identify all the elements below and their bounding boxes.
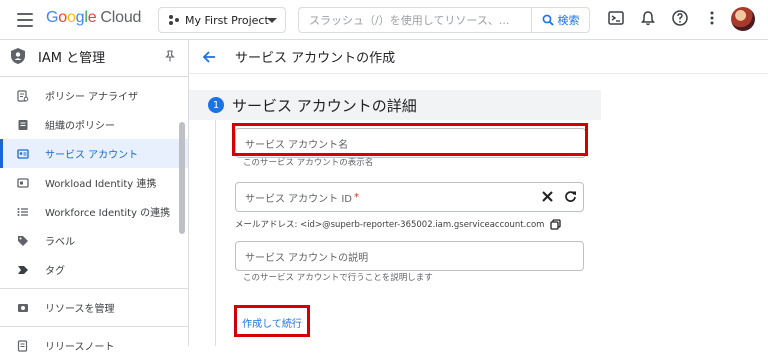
email-address-text: メールアドレス: <id>@superb-reporter-365002.iam… — [235, 220, 545, 230]
step-number-badge: 1 — [208, 97, 224, 113]
org-policy-icon — [18, 119, 28, 130]
label-icon — [18, 235, 28, 246]
notifications-bell-icon[interactable] — [639, 9, 657, 27]
sidebar-item-label: ラベル — [45, 237, 75, 248]
help-icon[interactable] — [671, 9, 689, 27]
step-title: サービス アカウントの詳細 — [232, 96, 417, 115]
search-button[interactable]: 検索 — [531, 8, 589, 32]
sidebar-divider — [0, 76, 188, 77]
page-header: サービス アカウントの作成 — [189, 40, 768, 74]
sidebar-item-workload-identity[interactable]: Workload Identity 連携 — [0, 168, 188, 197]
project-selector[interactable]: My First Project — [158, 7, 286, 33]
service-account-description-label: サービス アカウントの説明 — [245, 252, 369, 264]
sidebar-title: IAM と管理 — [38, 50, 106, 66]
sidebar-item-label: 組織のポリシー — [45, 121, 115, 132]
service-account-id-field[interactable]: サービス アカウント ID * — [235, 182, 584, 212]
policy-analyzer-icon — [17, 89, 29, 102]
copy-icon[interactable] — [550, 218, 562, 230]
main-content: サービス アカウントの作成 1 サービス アカウントの詳細 サービス アカウント… — [188, 40, 768, 346]
shield-icon — [11, 48, 25, 64]
sidebar-divider — [0, 326, 188, 327]
sidebar: IAM と管理 ポリシー アナライザ 組織のポリシー サービス アカウント Wo… — [0, 40, 188, 353]
service-account-icon — [17, 148, 29, 159]
google-cloud-logo[interactable]: Google Cloud — [46, 9, 141, 27]
pin-icon[interactable] — [164, 50, 176, 62]
sidebar-item-labels[interactable]: ラベル — [0, 226, 188, 255]
chevron-down-icon — [267, 18, 277, 23]
back-arrow-icon[interactable] — [202, 50, 216, 64]
logo-cloud: Cloud — [100, 9, 142, 26]
sidebar-item-label: タグ — [45, 266, 65, 277]
sidebar-scrollbar[interactable] — [179, 122, 185, 234]
email-address-row: メールアドレス: <id>@superb-reporter-365002.iam… — [235, 218, 562, 230]
step-connector-line — [215, 120, 216, 346]
search-box[interactable]: スラッシュ（/）を使用してリソース、... 検索 — [298, 7, 590, 33]
search-button-label: 検索 — [557, 14, 580, 27]
sidebar-item-label: ポリシー アナライザ — [45, 92, 138, 103]
sidebar-item-manage-resources[interactable]: リソースを管理 — [0, 293, 188, 322]
search-icon — [542, 14, 554, 26]
page-title: サービス アカウントの作成 — [235, 51, 396, 66]
logo-google: Google — [46, 9, 97, 26]
service-account-description-hint: このサービス アカウントで行うことを説明します — [243, 273, 433, 283]
avatar[interactable] — [731, 7, 755, 31]
service-account-id-label: サービス アカウント ID — [245, 193, 353, 205]
clear-icon[interactable] — [541, 190, 554, 203]
sidebar-item-service-accounts[interactable]: サービス アカウント — [0, 139, 188, 168]
sidebar-item-org-policy[interactable]: 組織のポリシー — [0, 110, 188, 139]
search-input[interactable]: スラッシュ（/）を使用してリソース、... — [299, 12, 531, 28]
sidebar-item-label: Workforce Identity の連携 — [45, 208, 171, 219]
refresh-icon[interactable] — [564, 190, 577, 203]
highlight-box-name — [232, 123, 588, 156]
step-header: 1 サービス アカウントの詳細 — [189, 90, 601, 120]
workload-identity-icon — [17, 177, 29, 188]
project-name: My First Project — [185, 13, 269, 27]
sidebar-header: IAM と管理 — [0, 40, 188, 72]
highlight-box-create — [234, 305, 310, 337]
manage-resources-icon — [18, 303, 28, 312]
sidebar-item-tags[interactable]: タグ — [0, 255, 188, 284]
cloud-shell-icon[interactable] — [607, 9, 625, 27]
sidebar-item-label: Workload Identity 連携 — [45, 179, 157, 190]
sidebar-item-workforce-identity[interactable]: Workforce Identity の連携 — [0, 197, 188, 226]
tag-icon — [18, 265, 28, 274]
top-bar: Google Cloud My First Project スラッシュ（/）を使用… — [0, 0, 768, 40]
sidebar-item-label: サービス アカウント — [45, 150, 139, 161]
more-vert-icon[interactable] — [703, 9, 721, 27]
project-icon — [169, 15, 179, 25]
sidebar-item-policy-analyzer[interactable]: ポリシー アナライザ — [0, 81, 188, 110]
service-account-description-field[interactable]: サービス アカウントの説明 — [235, 241, 584, 271]
required-asterisk: * — [354, 191, 360, 203]
main-menu-icon[interactable] — [17, 13, 33, 27]
service-account-name-hint: このサービス アカウントの表示名 — [243, 158, 374, 168]
sidebar-divider — [0, 288, 188, 289]
sidebar-item-label: リソースを管理 — [45, 304, 115, 315]
workforce-identity-icon — [17, 207, 28, 216]
